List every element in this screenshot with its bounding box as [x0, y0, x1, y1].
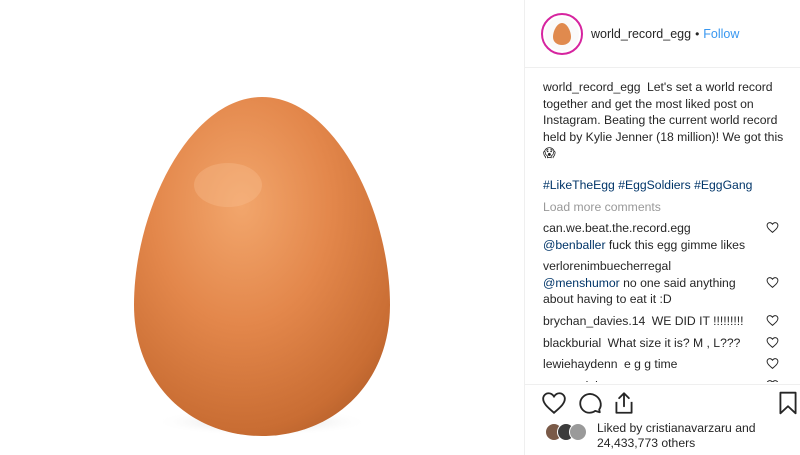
egg-icon: [545, 16, 579, 51]
heart-icon[interactable]: [766, 276, 779, 289]
likes-summary: Liked by cristianavarzaru and 24,433,773…: [545, 420, 795, 454]
bookmark-icon[interactable]: [775, 390, 800, 416]
post-actions-bar: [525, 384, 800, 420]
heart-icon[interactable]: [541, 390, 567, 416]
comment-text: What size it is? M , L???: [607, 335, 741, 350]
comment-username[interactable]: brychan_davies.14: [543, 314, 645, 328]
comment-item: anastasiakvon чо: [543, 378, 779, 382]
likes-and-label: and: [735, 421, 756, 435]
comment-item: can.we.beat.the.record.egg @benballer fu…: [543, 220, 779, 253]
heart-icon[interactable]: [766, 357, 779, 370]
comment-text: WE DID IT !!!!!!!!!: [651, 313, 744, 328]
load-more-comments-button[interactable]: Load more comments: [543, 199, 779, 215]
header-username[interactable]: world_record_egg: [591, 27, 691, 41]
heart-icon[interactable]: [766, 314, 779, 327]
comment-username[interactable]: anastasiakvon: [543, 379, 621, 382]
comments-section[interactable]: world_record_egg Let's set a world recor…: [525, 69, 800, 382]
caption-username[interactable]: world_record_egg: [543, 80, 641, 94]
comment-text: fuck this egg gimme likes: [608, 237, 746, 252]
post-caption: world_record_egg Let's set a world recor…: [543, 79, 787, 162]
comment-mention[interactable]: @menshumor: [543, 276, 620, 290]
comment-text: чо: [627, 379, 640, 382]
avatar[interactable]: [541, 12, 583, 55]
comment-mention[interactable]: @benballer: [543, 238, 606, 252]
comment-username[interactable]: can.we.beat.the.record.egg: [543, 221, 691, 235]
avatar: [569, 423, 587, 441]
hashtag-link[interactable]: #LikeTheEgg: [543, 178, 615, 192]
hashtag-link[interactable]: #EggSoldiers: [618, 178, 691, 192]
comment-icon[interactable]: [577, 390, 603, 416]
comment-item: verlorenimbuecherregal @menshumor no one…: [543, 258, 779, 308]
egg-image: [134, 97, 390, 436]
heart-icon[interactable]: [766, 379, 779, 382]
comment-text: e g g time: [623, 357, 678, 372]
heart-icon[interactable]: [766, 336, 779, 349]
comment-item: lewiehaydenn e g g time: [543, 356, 779, 373]
others-label[interactable]: others: [661, 436, 695, 450]
post-side-panel: world_record_egg • Follow world_record_e…: [524, 0, 800, 455]
others-count[interactable]: 24,433,773: [597, 436, 658, 450]
liked-by-username[interactable]: cristianavarzaru: [646, 421, 732, 435]
follow-button[interactable]: Follow: [703, 27, 739, 41]
comment-item: brychan_davies.14 WE DID IT !!!!!!!!!: [543, 313, 779, 330]
comment-username[interactable]: blackburial: [543, 336, 601, 350]
share-icon[interactable]: [611, 390, 637, 416]
likes-count-text: Liked by cristianavarzaru and 24,433,773…: [597, 421, 756, 451]
comment-item: blackburial What size it is? M , L???: [543, 335, 779, 352]
liker-avatars[interactable]: [545, 423, 591, 441]
caption-hashtags: #LikeTheEgg #EggSoldiers #EggGang: [543, 177, 779, 193]
post-header: world_record_egg • Follow: [525, 0, 800, 68]
post-photo[interactable]: [0, 0, 524, 455]
heart-icon[interactable]: [766, 221, 779, 234]
header-separator: •: [695, 26, 700, 41]
comment-username[interactable]: verlorenimbuecherregal: [543, 259, 671, 273]
comment-username[interactable]: lewiehaydenn: [543, 357, 618, 371]
liked-by-label: Liked by: [597, 421, 643, 435]
hashtag-link[interactable]: #EggGang: [694, 178, 752, 192]
